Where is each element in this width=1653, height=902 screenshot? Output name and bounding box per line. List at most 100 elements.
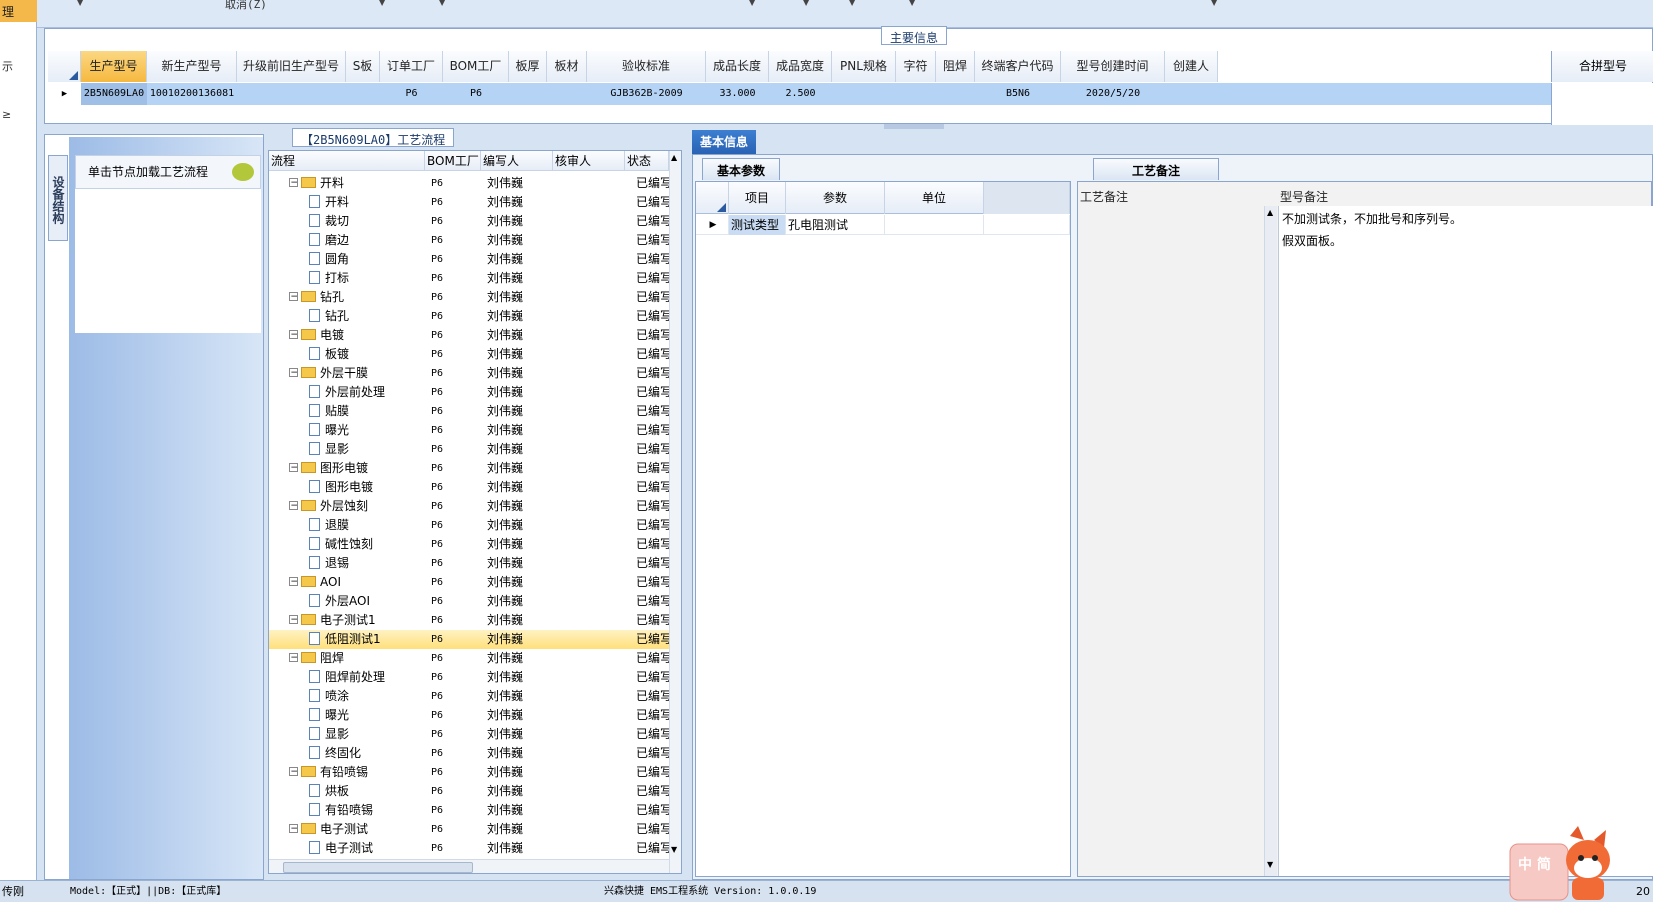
scroll-up-icon[interactable]: ▲	[671, 153, 677, 162]
merge-model-header[interactable]: 合拼型号	[1551, 51, 1653, 82]
table-row[interactable]: ▶ 2B5N609LA0 10010200136081 P6 P6 GJB362…	[48, 83, 1559, 105]
model-remark-text[interactable]: 不加测试条，不加批号和序列号。 假双面板。	[1278, 206, 1653, 876]
tree-node[interactable]: − 电子测试1 P6 刘伟巍 已编写	[269, 611, 669, 630]
cell[interactable]	[509, 83, 547, 105]
cell[interactable]	[1165, 83, 1218, 105]
tree-node[interactable]: − 阻焊 P6 刘伟巍 已编写	[269, 649, 669, 668]
cell[interactable]: 测试类型	[729, 215, 786, 235]
tree-node[interactable]: − 钻孔 P6 刘伟巍 已编写	[269, 288, 669, 307]
col-header[interactable]: 成品宽度	[769, 51, 832, 82]
process-remark-text[interactable]	[1078, 206, 1264, 876]
tree-node[interactable]: − 电镀 P6 刘伟巍 已编写	[269, 326, 669, 345]
nav-item[interactable]: 示	[2, 58, 13, 74]
nav-item[interactable]: ≥	[2, 108, 11, 121]
chevron-down-icon[interactable]: ▼	[379, 0, 385, 7]
cancel-button[interactable]: 取消(Z)	[225, 0, 267, 12]
col-header[interactable]: 生产型号	[81, 51, 147, 82]
col-header[interactable]: 升级前旧生产型号	[237, 51, 346, 82]
col-header[interactable]: 板材	[547, 51, 587, 82]
col-header[interactable]: 创建人	[1165, 51, 1218, 82]
tree-node[interactable]: 曝光 P6 刘伟巍 已编写	[269, 421, 669, 440]
chevron-down-icon[interactable]: ▼	[749, 0, 755, 7]
collapse-icon[interactable]: −	[289, 178, 298, 187]
tree-node[interactable]: − 图形电镀 P6 刘伟巍 已编写	[269, 459, 669, 478]
col-header[interactable]: 型号创建时间	[1061, 51, 1165, 82]
collapse-icon[interactable]: −	[289, 615, 298, 624]
cell[interactable]	[237, 83, 346, 105]
tree-node[interactable]: − 外层干膜 P6 刘伟巍 已编写	[269, 364, 669, 383]
col-header[interactable]: 验收标准	[587, 51, 706, 82]
col-header[interactable]: 单位	[885, 182, 984, 214]
scroll-up-icon[interactable]: ▲	[1267, 208, 1273, 217]
collapse-icon[interactable]: −	[289, 330, 298, 339]
tree-node[interactable]: 终固化 P6 刘伟巍 已编写	[269, 744, 669, 763]
tab-process-remarks[interactable]: 工艺备注	[1093, 158, 1220, 180]
nav-item-active[interactable]: 理	[0, 0, 37, 22]
cell[interactable]	[885, 215, 984, 235]
tree-node[interactable]: 外层AOI P6 刘伟巍 已编写	[269, 592, 669, 611]
tree-node[interactable]: 阻焊前处理 P6 刘伟巍 已编写	[269, 668, 669, 687]
merge-model-list[interactable]	[1551, 83, 1653, 125]
tree-node[interactable]: 喷涂 P6 刘伟巍 已编写	[269, 687, 669, 706]
col-header[interactable]: 成品长度	[706, 51, 769, 82]
cell[interactable]: 2020/5/20	[1061, 83, 1165, 105]
tree-node[interactable]: − AOI P6 刘伟巍 已编写	[269, 573, 669, 592]
tree-node[interactable]: 显影 P6 刘伟巍 已编写	[269, 725, 669, 744]
tree-node[interactable]: 电子测试 P6 刘伟巍 已编写	[269, 839, 669, 858]
cell[interactable]: 33.000	[706, 83, 769, 105]
cell[interactable]: P6	[380, 83, 443, 105]
tab-basic-info[interactable]: 基本信息	[692, 130, 757, 154]
scroll-thumb[interactable]	[283, 862, 473, 873]
collapse-icon[interactable]: −	[289, 368, 298, 377]
collapse-icon[interactable]: −	[289, 767, 298, 776]
collapse-icon[interactable]: −	[289, 653, 298, 662]
tree-node[interactable]: 退锡 P6 刘伟巍 已编写	[269, 554, 669, 573]
col-header[interactable]: 状态	[625, 151, 669, 171]
grid-corner[interactable]	[48, 51, 81, 82]
grid-corner[interactable]	[696, 182, 729, 214]
process-flow-tree[interactable]: 流程 BOM工厂 编写人 核审人 状态 −开料P6刘伟巍已编写开料P6刘伟巍已编…	[268, 150, 682, 874]
cell[interactable]	[896, 83, 936, 105]
cell[interactable]	[936, 83, 975, 105]
col-header[interactable]: 编写人	[481, 151, 553, 171]
cell[interactable]: 2.500	[769, 83, 832, 105]
tree-node[interactable]: 曝光 P6 刘伟巍 已编写	[269, 706, 669, 725]
ime-mascot[interactable]: 中 简	[1508, 826, 1614, 902]
tree-node[interactable]: 退膜 P6 刘伟巍 已编写	[269, 516, 669, 535]
horizontal-scrollbar[interactable]	[269, 859, 669, 873]
chevron-down-icon[interactable]: ▼	[77, 0, 83, 7]
col-header[interactable]: 订单工厂	[380, 51, 443, 82]
col-header[interactable]: 终端客户代码	[975, 51, 1061, 82]
cell[interactable]: 10010200136081	[147, 83, 237, 105]
collapse-icon[interactable]: −	[289, 577, 298, 586]
vertical-scrollbar[interactable]: ▲ ▼	[669, 151, 681, 873]
tree-node[interactable]: 显影 P6 刘伟巍 已编写	[269, 440, 669, 459]
cell[interactable]: 2B5N609LA0	[81, 83, 147, 105]
scroll-down-icon[interactable]: ▼	[671, 845, 677, 854]
cell[interactable]: 孔电阻测试	[786, 215, 885, 235]
tree-node[interactable]: 低阻测试1 P6 刘伟巍 已编写	[269, 630, 669, 649]
tree-node[interactable]: − 外层蚀刻 P6 刘伟巍 已编写	[269, 497, 669, 516]
col-header[interactable]: PNL规格	[832, 51, 896, 82]
tree-node[interactable]: − 有铅喷锡 P6 刘伟巍 已编写	[269, 763, 669, 782]
tree-node[interactable]: 外层前处理 P6 刘伟巍 已编写	[269, 383, 669, 402]
col-header[interactable]: 阻焊	[936, 51, 975, 82]
scroll-down-icon[interactable]: ▼	[1267, 860, 1273, 869]
chevron-down-icon[interactable]: ▼	[1211, 0, 1217, 7]
tree-node[interactable]: 板镀 P6 刘伟巍 已编写	[269, 345, 669, 364]
equipment-list[interactable]	[75, 189, 261, 333]
col-header[interactable]: 参数	[786, 182, 885, 214]
col-header[interactable]: 项目	[729, 182, 786, 214]
cell[interactable]	[832, 83, 896, 105]
tree-node[interactable]: 钻孔 P6 刘伟巍 已编写	[269, 307, 669, 326]
tree-node[interactable]: 图形电镀 P6 刘伟巍 已编写	[269, 478, 669, 497]
vertical-scrollbar[interactable]: ▲ ▼	[1264, 206, 1277, 876]
col-header[interactable]: 流程	[269, 151, 425, 171]
cell[interactable]: P6	[443, 83, 509, 105]
table-row[interactable]: ▶ 测试类型 孔电阻测试	[696, 215, 1070, 235]
chevron-down-icon[interactable]: ▼	[803, 0, 809, 7]
tree-node[interactable]: 贴膜 P6 刘伟巍 已编写	[269, 402, 669, 421]
tree-node[interactable]: − 电子测试 P6 刘伟巍 已编写	[269, 820, 669, 839]
tree-node[interactable]: 烘板 P6 刘伟巍 已编写	[269, 782, 669, 801]
collapse-icon[interactable]: −	[289, 292, 298, 301]
